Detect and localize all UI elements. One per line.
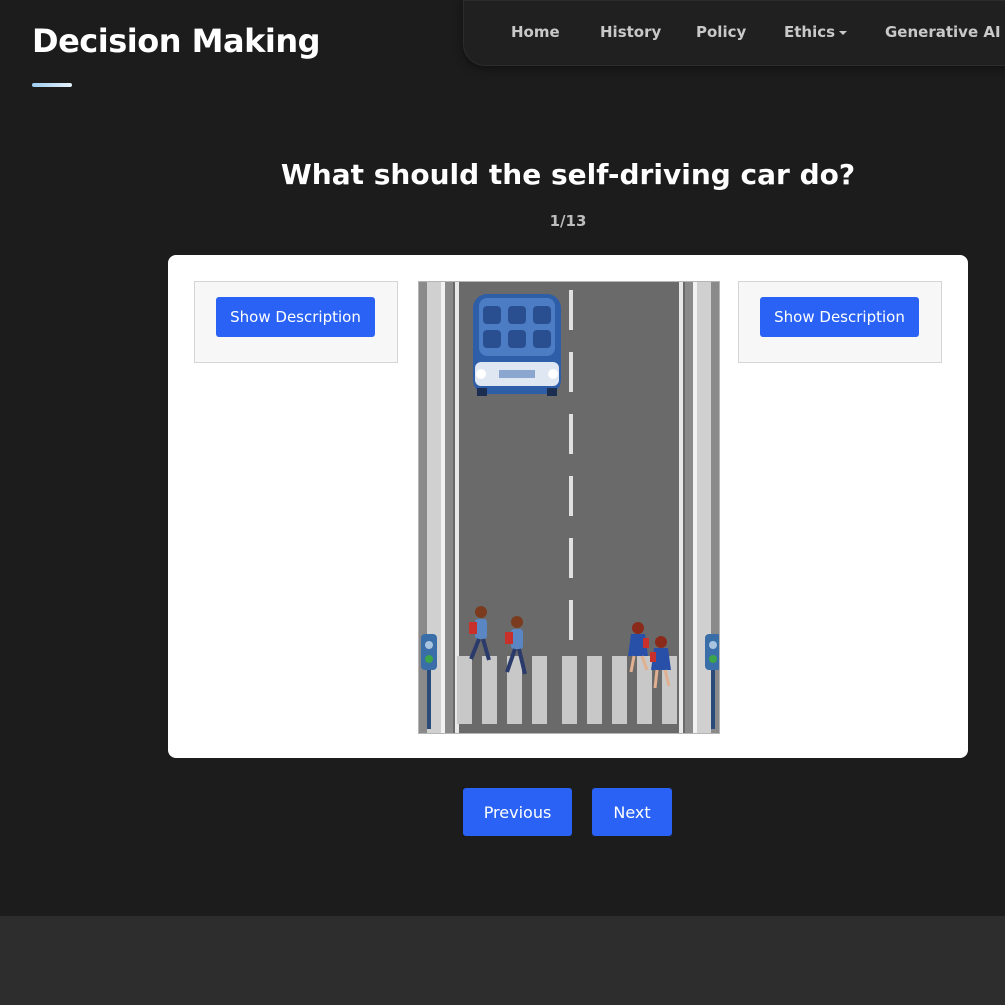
page-footer: [0, 916, 1005, 1005]
right-option-panel: Show Description: [738, 281, 942, 363]
scenario-image[interactable]: [418, 281, 720, 734]
scenario-card: Show Description Show Description: [168, 255, 968, 758]
scenario-counter: 1/13: [549, 212, 587, 230]
crosswalk: [457, 656, 677, 724]
self-driving-car: [473, 294, 561, 396]
site-title: Decision Making: [32, 22, 321, 60]
left-show-description-button[interactable]: Show Description: [216, 297, 375, 337]
right-show-description-button[interactable]: Show Description: [760, 297, 919, 337]
title-underline: [32, 83, 72, 87]
previous-button[interactable]: Previous: [463, 788, 572, 836]
left-option-panel: Show Description: [194, 281, 398, 363]
nav-home[interactable]: Home: [511, 23, 560, 41]
nav-generative-ai-label: Generative AI: [885, 23, 1001, 41]
nav-ethics-dropdown[interactable]: Ethics: [784, 23, 848, 41]
chevron-down-icon: [839, 30, 848, 35]
main-navbar: Home History Policy Ethics Generative AI: [463, 0, 1005, 66]
nav-ethics-label: Ethics: [784, 23, 836, 41]
next-button[interactable]: Next: [592, 788, 672, 836]
scenario-question: What should the self-driving car do?: [280, 158, 856, 191]
nav-policy[interactable]: Policy: [696, 23, 746, 41]
nav-generative-ai-dropdown[interactable]: Generative AI: [885, 23, 1005, 41]
nav-history[interactable]: History: [600, 23, 661, 41]
